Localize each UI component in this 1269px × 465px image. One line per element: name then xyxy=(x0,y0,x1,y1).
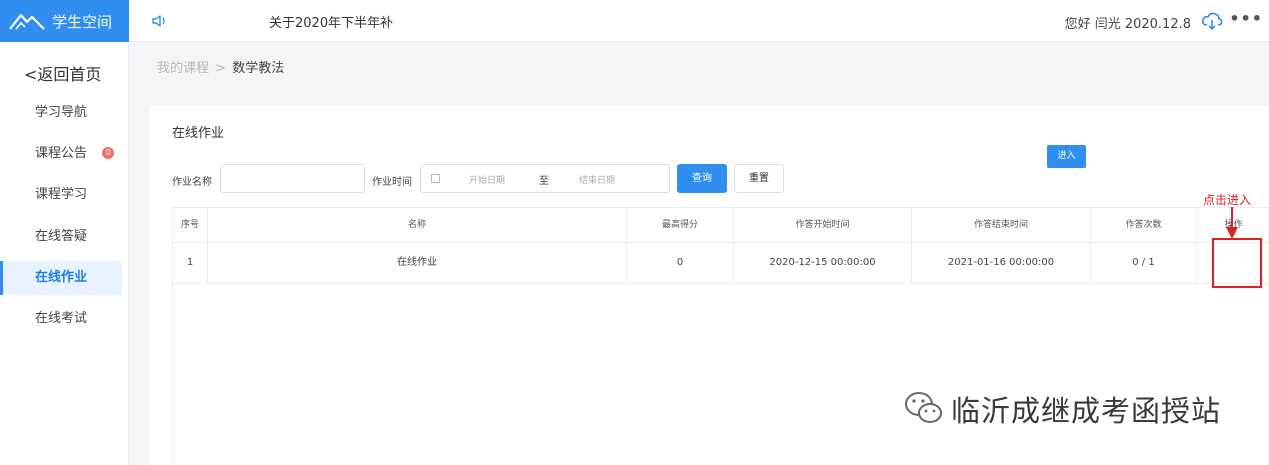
table-cell-end-time: 2021-01-16 00:00:00 xyxy=(912,243,1091,284)
name-filter-label: 作业名称 xyxy=(172,177,212,188)
annotation-highlight-box xyxy=(1212,238,1262,288)
table-cell-start-time: 2020-12-15 00:00:00 xyxy=(734,243,912,284)
sidebar: <返回首页 学习导航 课程公告 0 课程学习 在线答疑 在线作业 在线考试 xyxy=(0,42,129,465)
sidebar-item-study-nav[interactable]: 学习导航 xyxy=(0,96,122,130)
red-arrow-icon xyxy=(1226,207,1238,239)
sidebar-item-course-study[interactable]: 课程学习 xyxy=(0,178,122,212)
start-date-input[interactable]: 开始日期 xyxy=(469,173,505,186)
column-header: 作答结束时间 xyxy=(912,208,1091,243)
enter-homework-button[interactable]: 进入 xyxy=(1047,145,1086,168)
table-cell-name: 在线作业 xyxy=(208,243,627,284)
reset-button[interactable]: 重置 xyxy=(734,164,784,193)
column-header: 作答开始时间 xyxy=(734,208,912,243)
more-menu-button[interactable]: ••• xyxy=(1229,9,1263,28)
speaker-icon xyxy=(152,15,165,27)
table-cell-attempts: 0 / 1 xyxy=(1091,243,1197,284)
panel-title: 在线作业 xyxy=(172,126,225,141)
mountain-logo-icon xyxy=(9,13,45,30)
search-button[interactable]: 查询 xyxy=(677,164,727,193)
breadcrumb-parent-link[interactable]: 我的课程 xyxy=(157,61,209,76)
breadcrumb-separator: > xyxy=(215,61,227,76)
sidebar-item-exam[interactable]: 在线考试 xyxy=(0,302,122,336)
sidebar-item-qa[interactable]: 在线答疑 xyxy=(0,220,122,254)
notice-marquee[interactable]: 关于2020年下半年补 xyxy=(269,12,393,31)
breadcrumb: 我的课程 > 数学教法 xyxy=(157,57,284,76)
sidebar-item-label: 学习导航 xyxy=(35,105,88,120)
user-greeting: 您好 闫光 2020.12.8 xyxy=(1064,17,1191,32)
annotation-label: 点击进入 xyxy=(1203,193,1252,207)
unread-badge: 0 xyxy=(102,147,114,159)
column-header: 作答次数 xyxy=(1091,208,1197,243)
watermark-text: 临沂成继成考函授站 xyxy=(951,394,1222,428)
table-cell-index: 1 xyxy=(173,243,208,284)
cloud-download-icon[interactable] xyxy=(1201,10,1223,32)
table-header-row: 序号 名称 最高得分 作答开始时间 作答结束时间 作答次数 操作 xyxy=(173,208,1269,243)
column-header: 序号 xyxy=(173,208,208,243)
homework-name-input[interactable] xyxy=(220,164,365,193)
breadcrumb-current: 数学教法 xyxy=(232,61,285,76)
sidebar-item-label: 在线作业 xyxy=(35,270,88,285)
sidebar-item-announcements[interactable]: 课程公告 0 xyxy=(0,137,122,171)
app-title: 学生空间 xyxy=(52,12,113,31)
column-header: 名称 xyxy=(208,208,627,243)
table-row: 1 在线作业 0 2020-12-15 00:00:00 2021-01-16 … xyxy=(173,243,1269,284)
range-separator: 至 xyxy=(539,176,549,187)
end-date-input[interactable]: 结束日期 xyxy=(579,173,615,186)
back-home-link[interactable]: <返回首页 xyxy=(24,61,101,85)
wechat-icon xyxy=(905,392,942,423)
back-label: 返回首页 xyxy=(37,65,102,84)
calendar-icon xyxy=(431,174,440,183)
table-cell-score: 0 xyxy=(627,243,734,284)
date-range-picker[interactable]: 开始日期 至 结束日期 xyxy=(420,164,670,193)
app-logo[interactable]: 学生空间 xyxy=(0,0,129,42)
sidebar-item-label: 课程学习 xyxy=(35,187,88,202)
sidebar-item-homework[interactable]: 在线作业 xyxy=(0,261,122,295)
column-header: 最高得分 xyxy=(627,208,734,243)
sidebar-item-label: 在线答疑 xyxy=(35,229,88,244)
sidebar-item-label: 课程公告 xyxy=(35,146,88,161)
chevron-left-icon: < xyxy=(24,65,38,84)
sidebar-item-label: 在线考试 xyxy=(35,311,88,326)
top-bar: 关于2020年下半年补 您好 闫光 2020.12.8 ••• xyxy=(129,0,1269,42)
wechat-watermark: 临沂成继成考函授站 xyxy=(904,388,1221,430)
time-filter-label: 作业时间 xyxy=(372,177,412,188)
